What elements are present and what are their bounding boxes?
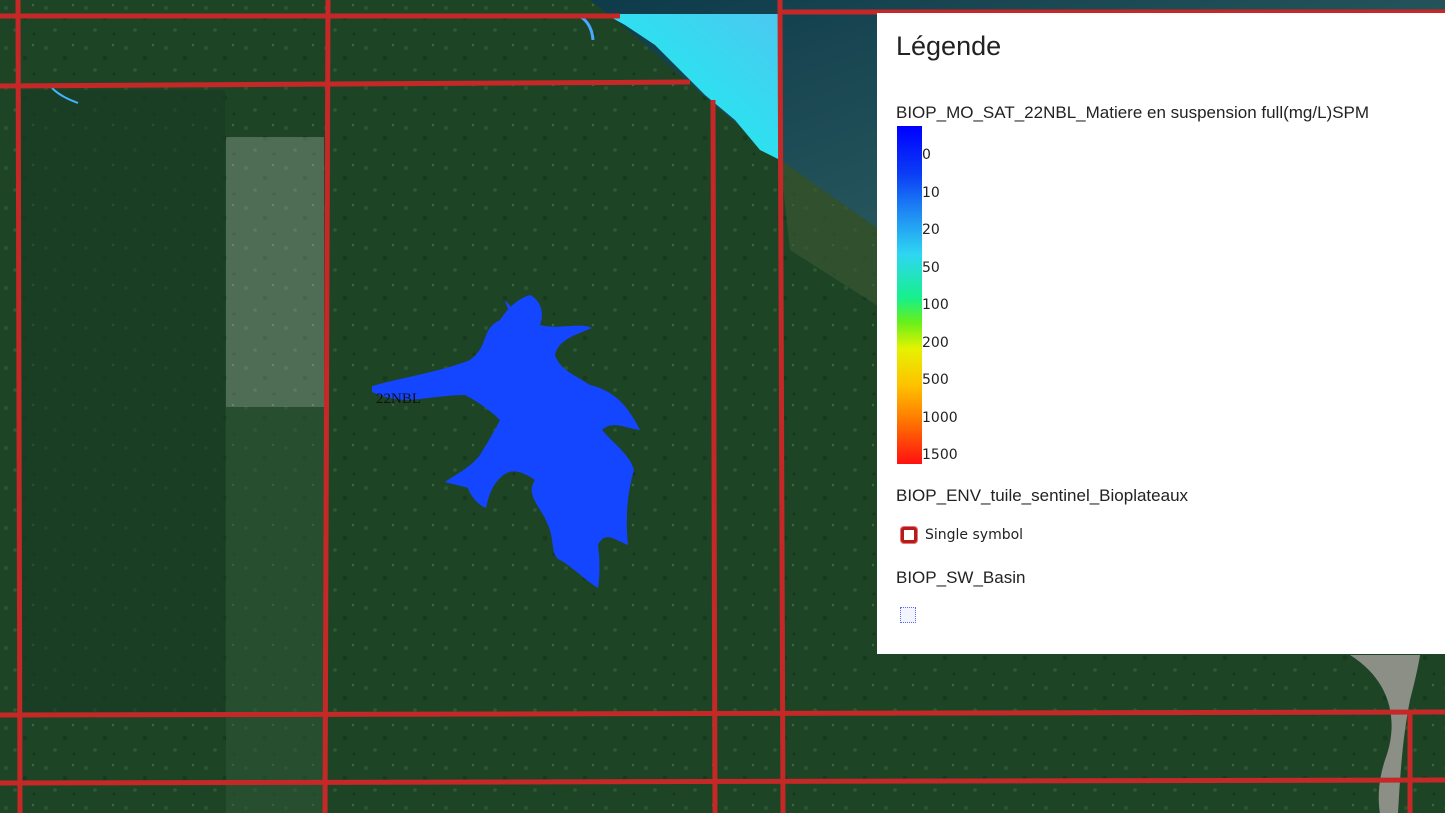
darker-strip [20,90,225,715]
ramp-label: 1000 [922,410,958,426]
layer-name-spm: BIOP_MO_SAT_22NBL_Matiere en suspension … [896,103,1370,122]
cloud-strip [226,137,324,407]
ramp-label: 50 [922,260,940,276]
ramp-label: 500 [922,372,949,388]
ramp-label: 0 [922,147,931,163]
cloud-strip-lower [226,407,324,813]
color-ramp [897,126,922,464]
layer-name-basin: BIOP_SW_Basin [896,568,1026,587]
tile-label: 22NBL [376,391,421,407]
single-symbol-icon [901,527,917,543]
layer-name-tiles: BIOP_ENV_tuile_sentinel_Bioplateaux [896,486,1189,505]
legend-panel: Légende BIOP_MO_SAT_22NBL_Matiere en sus… [877,13,1445,654]
ramp-label: 100 [922,297,949,313]
ramp-label: 20 [922,222,940,238]
legend-title: Légende [896,31,1002,61]
polygon-symbol-icon [900,607,916,623]
ramp-label: 1500 [922,447,958,463]
ramp-label: 10 [922,185,940,201]
single-symbol-label: Single symbol [925,527,1024,543]
ramp-label: 200 [922,335,949,351]
